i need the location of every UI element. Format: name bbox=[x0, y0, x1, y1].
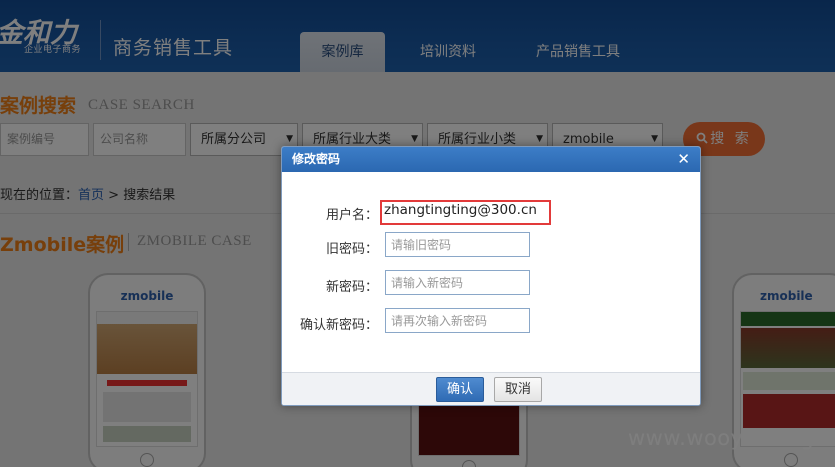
dialog-footer: 确认 取消 bbox=[282, 372, 700, 405]
old-password-label: 旧密码： bbox=[325, 242, 378, 257]
dialog-header: 修改密码 ✕ bbox=[282, 147, 700, 172]
dialog-title: 修改密码 bbox=[292, 152, 341, 166]
cancel-button[interactable]: 取消 bbox=[494, 377, 542, 402]
username-label: 用户名： bbox=[325, 208, 378, 223]
confirm-password-field[interactable] bbox=[385, 308, 530, 333]
new-password-label: 新密码： bbox=[325, 280, 378, 295]
confirm-button[interactable]: 确认 bbox=[436, 377, 484, 402]
confirm-password-label: 确认新密码： bbox=[299, 318, 378, 333]
old-password-field[interactable] bbox=[385, 232, 530, 257]
close-icon[interactable]: ✕ bbox=[677, 147, 690, 172]
red-highlight-box bbox=[380, 200, 551, 225]
new-password-field[interactable] bbox=[385, 270, 530, 295]
change-password-dialog: 修改密码 ✕ 用户名： zhangtingting@300.cn 旧密码： 新密… bbox=[281, 146, 701, 406]
